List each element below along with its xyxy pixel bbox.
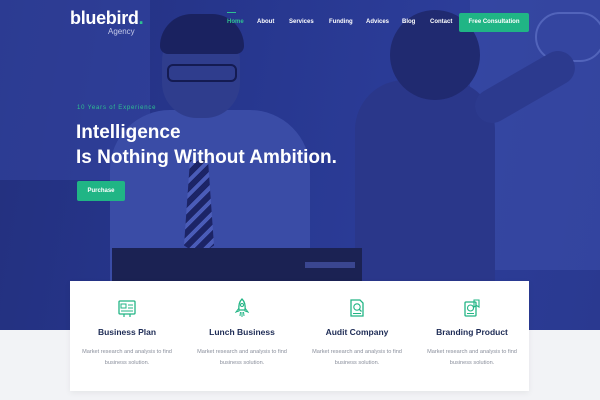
nav-advices[interactable]: Advices	[366, 18, 389, 26]
feature-lunch-business[interactable]: Lunch Business Market research and analy…	[185, 281, 299, 391]
laptop-logo-image	[305, 262, 355, 268]
business-plan-icon	[118, 300, 136, 317]
nav-active-indicator	[227, 12, 236, 13]
hero-kicker: 10 Years of Experience	[77, 105, 157, 111]
feature-title: Branding Product	[436, 327, 508, 337]
nav-funding[interactable]: Funding	[329, 18, 353, 26]
hero-headline: Intelligence Is Nothing Without Ambition…	[76, 120, 337, 170]
nav-services[interactable]: Services	[289, 18, 314, 26]
feature-title: Business Plan	[97, 327, 157, 337]
feature-branding-product[interactable]: Branding Product Market research and ana…	[415, 281, 529, 391]
nav-blog[interactable]: Blog	[402, 18, 415, 26]
feature-title: Lunch Business	[209, 327, 275, 337]
hero-headline-line1: Intelligence	[76, 122, 181, 143]
feature-description: Market research and analysis to find bus…	[427, 349, 517, 366]
free-consultation-button[interactable]: Free Consultation	[459, 13, 529, 32]
feature-title: Audit Company	[325, 327, 389, 337]
nav-contact[interactable]: Contact	[430, 18, 452, 26]
audit-document-icon	[350, 299, 364, 317]
glasses-image	[167, 64, 237, 82]
feature-audit-company[interactable]: Audit Company Market research and analys…	[300, 281, 414, 391]
purchase-button[interactable]: Purchase	[77, 181, 125, 201]
features-card: Business Plan Market research and analys…	[70, 281, 529, 391]
feature-business-plan[interactable]: Business Plan Market research and analys…	[70, 281, 184, 391]
feature-description: Market research and analysis to find bus…	[82, 349, 172, 366]
feature-description: Market research and analysis to find bus…	[312, 349, 402, 366]
rocket-icon	[234, 298, 250, 317]
hero-headline-line2: Is Nothing Without Ambition.	[76, 147, 337, 168]
branding-icon	[464, 299, 480, 317]
feature-description: Market research and analysis to find bus…	[197, 349, 287, 366]
nav-home[interactable]: Home	[227, 18, 244, 26]
nav-about[interactable]: About	[257, 18, 274, 26]
